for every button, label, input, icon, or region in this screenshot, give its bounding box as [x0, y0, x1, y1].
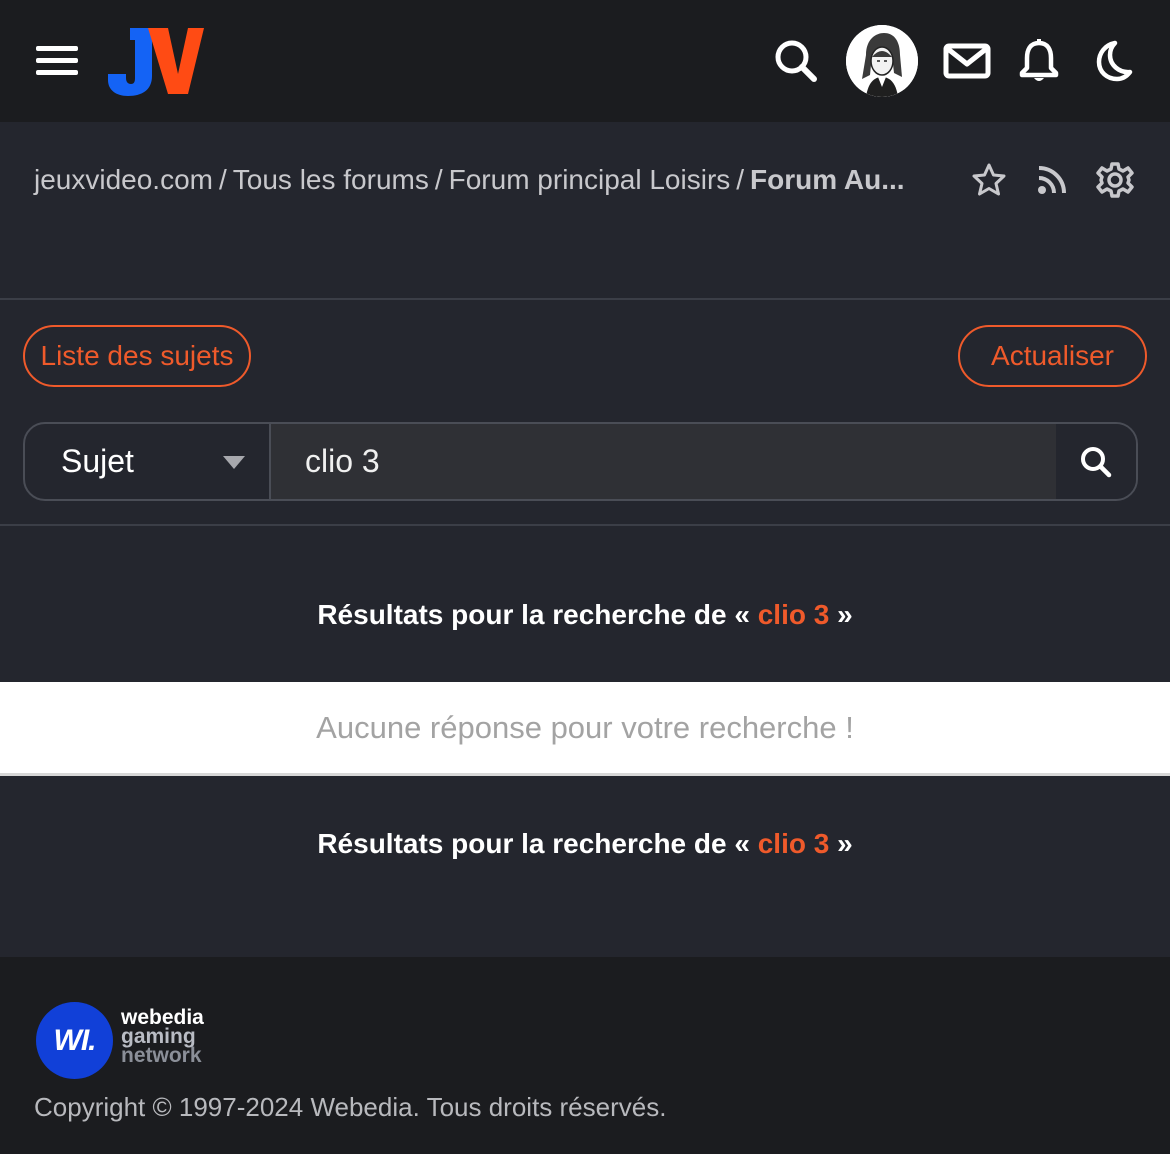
chevron-down-icon [223, 456, 245, 469]
results-term: clio 3 [757, 599, 830, 630]
divider [0, 524, 1170, 526]
avatar[interactable] [846, 25, 918, 97]
webedia-logo[interactable]: WI. [36, 1002, 113, 1079]
results-prefix: Résultats pour la recherche de « [317, 828, 758, 859]
breadcrumb-all-forums[interactable]: Tous les forums [233, 164, 429, 196]
results-prefix: Résultats pour la recherche de « [317, 599, 758, 630]
breadcrumb-separator: / [218, 164, 227, 195]
search-scope-value: Sujet [61, 443, 134, 479]
breadcrumb-loisirs[interactable]: Forum principal Loisirs [449, 164, 731, 196]
results-suffix: » [829, 599, 853, 630]
results-term: clio 3 [757, 828, 830, 859]
search-bar: Sujet clio 3 [23, 422, 1138, 501]
empty-results-message: Aucune réponse pour votre recherche ! [0, 682, 1170, 776]
moon-icon[interactable] [1086, 36, 1136, 86]
search-submit-button[interactable] [1056, 424, 1136, 499]
hamburger-menu-icon[interactable] [36, 46, 78, 76]
bell-icon[interactable] [1014, 36, 1064, 86]
results-title-top: Résultats pour la recherche de « clio 3 … [0, 599, 1170, 631]
results-suffix: » [829, 828, 853, 859]
refresh-button[interactable]: Actualiser [958, 325, 1147, 387]
breadcrumb-home[interactable]: jeuxvideo.com [34, 164, 213, 196]
copyright-text: Copyright © 1997-2024 Webedia. Tous droi… [34, 1092, 667, 1122]
breadcrumb: jeuxvideo.com / Tous les forums / Forum … [34, 160, 905, 200]
breadcrumb-separator: / [736, 164, 745, 195]
network-line3: network [121, 1044, 202, 1067]
jv-logo[interactable]: JV [108, 24, 204, 98]
breadcrumb-band [0, 122, 1170, 300]
settings-icon[interactable] [1093, 158, 1137, 202]
top-bar: JV [0, 0, 1170, 122]
search-icon [1081, 446, 1112, 477]
breadcrumb-current: Forum Au... [750, 164, 905, 195]
webedia-network-text: webedia gaming network [121, 1007, 204, 1067]
search-scope-select[interactable]: Sujet [25, 424, 271, 499]
star-icon[interactable] [967, 158, 1011, 202]
mail-icon[interactable] [942, 36, 992, 86]
results-title-bottom: Résultats pour la recherche de « clio 3 … [0, 828, 1170, 860]
topic-list-button[interactable]: Liste des sujets [23, 325, 251, 387]
search-icon[interactable] [771, 36, 821, 86]
search-input[interactable]: clio 3 [271, 424, 1058, 499]
rss-icon[interactable] [1030, 158, 1074, 202]
breadcrumb-separator: / [434, 164, 443, 195]
